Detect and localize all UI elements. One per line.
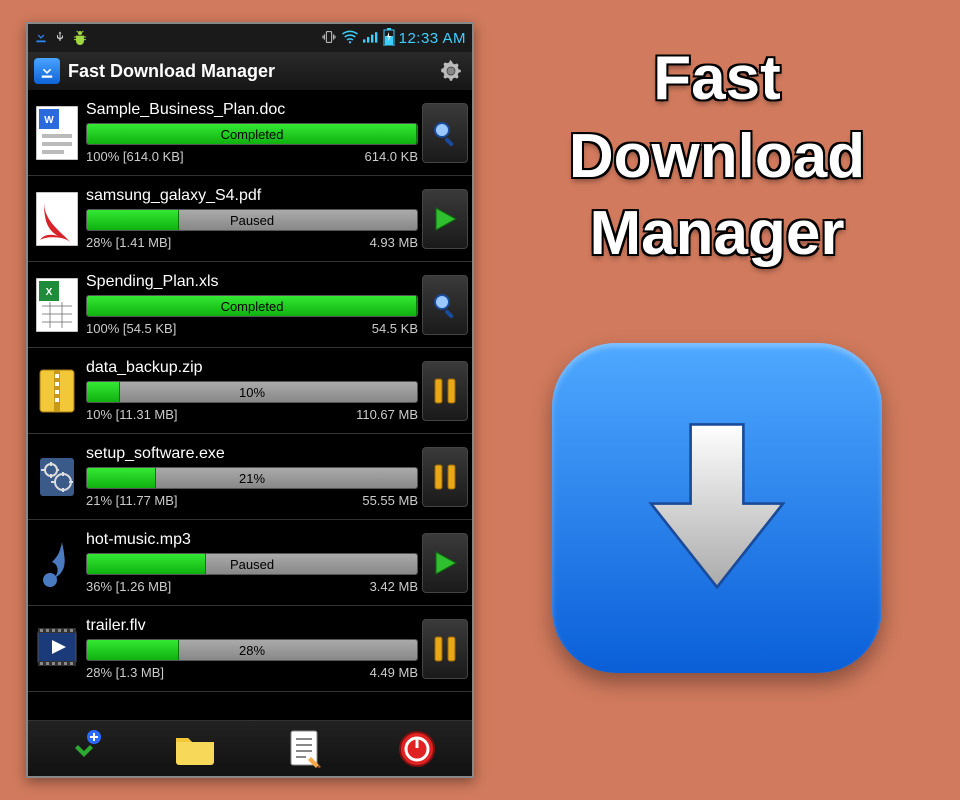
svg-text:X: X bbox=[46, 287, 53, 298]
download-info: hot-music.mp3 Paused 36% [1.26 MB] 3.42 MB bbox=[86, 531, 418, 594]
download-info: trailer.flv 28% 28% [1.3 MB] 4.49 MB bbox=[86, 617, 418, 680]
file-details: 100% [614.0 KB] 614.0 KB bbox=[86, 149, 418, 164]
progress-bar: Completed bbox=[86, 295, 418, 317]
download-info: setup_software.exe 21% 21% [11.77 MB] 55.55… bbox=[86, 445, 418, 508]
statusbar: 12:33 AM bbox=[28, 24, 472, 52]
progress-label: 28% bbox=[87, 640, 417, 660]
file-type-icon bbox=[32, 618, 82, 680]
file-details: 28% [1.3 MB] 4.49 MB bbox=[86, 665, 418, 680]
detail-right: 614.0 KB bbox=[365, 149, 419, 164]
appbar: Fast Download Manager bbox=[28, 52, 472, 90]
action-pause-button[interactable] bbox=[422, 447, 468, 507]
wifi-icon bbox=[341, 30, 359, 47]
promo-line1: Fast bbox=[569, 40, 865, 118]
file-details: 28% [1.41 MB] 4.93 MB bbox=[86, 235, 418, 250]
settings-button[interactable] bbox=[436, 56, 466, 86]
action-play-button[interactable] bbox=[422, 189, 468, 249]
progress-bar: Paused bbox=[86, 209, 418, 231]
progress-label: Completed bbox=[87, 296, 417, 316]
vibrate-icon bbox=[321, 29, 337, 48]
action-pause-button[interactable] bbox=[422, 619, 468, 679]
detail-left: 21% [11.77 MB] bbox=[86, 493, 178, 508]
promo-line2: Download bbox=[569, 118, 865, 196]
detail-left: 10% [11.31 MB] bbox=[86, 407, 178, 422]
progress-bar: 28% bbox=[86, 639, 418, 661]
promo-panel: Fast Download Manager bbox=[474, 0, 960, 800]
phone-screen: 12:33 AM Fast Download Manager W Sample_B… bbox=[26, 22, 474, 778]
file-name: data_backup.zip bbox=[86, 359, 418, 377]
file-name: Spending_Plan.xls bbox=[86, 273, 418, 291]
action-search-button[interactable] bbox=[422, 275, 468, 335]
file-name: samsung_galaxy_S4.pdf bbox=[86, 187, 418, 205]
detail-left: 28% [1.41 MB] bbox=[86, 235, 171, 250]
status-clock: 12:33 AM bbox=[399, 30, 466, 47]
download-status-icon bbox=[34, 30, 48, 47]
detail-left: 100% [54.5 KB] bbox=[86, 321, 176, 336]
progress-label: Completed bbox=[87, 124, 417, 144]
file-type-icon bbox=[32, 532, 82, 594]
detail-right: 110.67 MB bbox=[356, 407, 418, 422]
debug-icon bbox=[72, 29, 88, 48]
file-type-icon bbox=[32, 446, 82, 508]
file-type-icon bbox=[32, 188, 82, 250]
file-name: Sample_Business_Plan.doc bbox=[86, 101, 418, 119]
download-info: samsung_galaxy_S4.pdf Paused 28% [1.41 MB]… bbox=[86, 187, 418, 250]
app-logo bbox=[552, 343, 882, 673]
download-item[interactable]: data_backup.zip 10% 10% [11.31 MB] 110.67 M… bbox=[28, 348, 472, 434]
progress-label: 21% bbox=[87, 468, 417, 488]
progress-bar: 21% bbox=[86, 467, 418, 489]
action-pause-button[interactable] bbox=[422, 361, 468, 421]
app-title: Fast Download Manager bbox=[68, 61, 428, 82]
progress-label: 10% bbox=[87, 382, 417, 402]
detail-right: 3.42 MB bbox=[370, 579, 418, 594]
folder-button[interactable] bbox=[167, 725, 223, 773]
download-info: data_backup.zip 10% 10% [11.31 MB] 110.67 M… bbox=[86, 359, 418, 422]
add-download-button[interactable] bbox=[56, 725, 112, 773]
download-info: Spending_Plan.xls Completed 100% [54.5 KB]… bbox=[86, 273, 418, 336]
signal-icon bbox=[363, 30, 379, 47]
file-name: setup_software.exe bbox=[86, 445, 418, 463]
detail-right: 4.93 MB bbox=[370, 235, 418, 250]
promo-title: Fast Download Manager bbox=[569, 40, 865, 273]
detail-right: 55.55 MB bbox=[362, 493, 418, 508]
file-details: 100% [54.5 KB] 54.5 KB bbox=[86, 321, 418, 336]
detail-right: 4.49 MB bbox=[370, 665, 418, 680]
download-item[interactable]: samsung_galaxy_S4.pdf Paused 28% [1.41 MB]… bbox=[28, 176, 472, 262]
file-type-icon: W bbox=[32, 102, 82, 164]
power-button[interactable] bbox=[389, 725, 445, 773]
detail-left: 36% [1.26 MB] bbox=[86, 579, 171, 594]
download-item[interactable]: trailer.flv 28% 28% [1.3 MB] 4.49 MB bbox=[28, 606, 472, 692]
battery-icon bbox=[383, 28, 395, 49]
detail-left: 28% [1.3 MB] bbox=[86, 665, 164, 680]
bottom-bar bbox=[28, 720, 472, 776]
download-item[interactable]: W Sample_Business_Plan.doc Completed 100% [… bbox=[28, 90, 472, 176]
file-name: hot-music.mp3 bbox=[86, 531, 418, 549]
usb-icon bbox=[54, 29, 66, 48]
file-type-icon bbox=[32, 360, 82, 422]
action-play-button[interactable] bbox=[422, 533, 468, 593]
file-details: 10% [11.31 MB] 110.67 MB bbox=[86, 407, 418, 422]
file-type-icon: X bbox=[32, 274, 82, 336]
app-icon bbox=[34, 58, 60, 84]
progress-bar: Paused bbox=[86, 553, 418, 575]
progress-label: Paused bbox=[87, 210, 417, 230]
detail-left: 100% [614.0 KB] bbox=[86, 149, 184, 164]
file-details: 36% [1.26 MB] 3.42 MB bbox=[86, 579, 418, 594]
download-item[interactable]: X Spending_Plan.xls Completed 100% [54.5 KB… bbox=[28, 262, 472, 348]
download-info: Sample_Business_Plan.doc Completed 100% [6… bbox=[86, 101, 418, 164]
file-details: 21% [11.77 MB] 55.55 MB bbox=[86, 493, 418, 508]
detail-right: 54.5 KB bbox=[372, 321, 418, 336]
download-item[interactable]: setup_software.exe 21% 21% [11.77 MB] 55.55… bbox=[28, 434, 472, 520]
download-item[interactable]: hot-music.mp3 Paused 36% [1.26 MB] 3.42 MB bbox=[28, 520, 472, 606]
progress-bar: Completed bbox=[86, 123, 418, 145]
progress-label: Paused bbox=[87, 554, 417, 574]
file-name: trailer.flv bbox=[86, 617, 418, 635]
svg-text:W: W bbox=[44, 115, 54, 126]
action-search-button[interactable] bbox=[422, 103, 468, 163]
promo-line3: Manager bbox=[569, 195, 865, 273]
downloads-list[interactable]: W Sample_Business_Plan.doc Completed 100% [… bbox=[28, 90, 472, 720]
progress-bar: 10% bbox=[86, 381, 418, 403]
list-button[interactable] bbox=[278, 725, 334, 773]
